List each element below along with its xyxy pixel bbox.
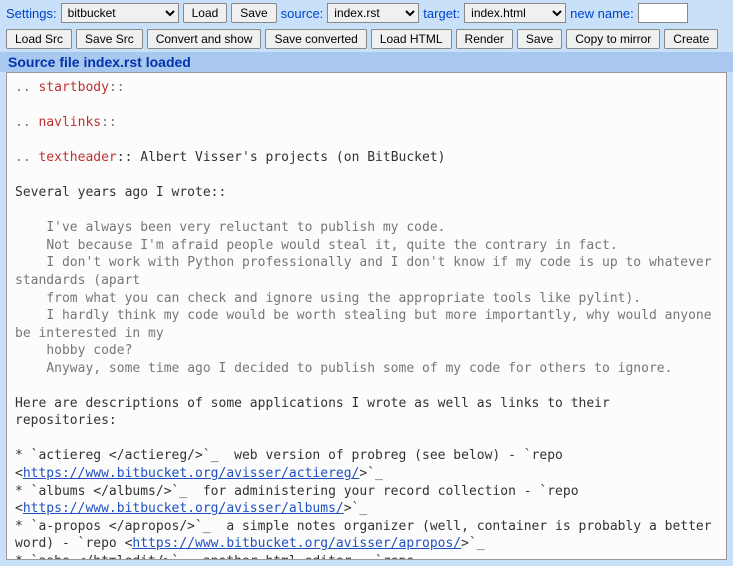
target-select[interactable]: index.html — [464, 3, 566, 23]
save-button-2[interactable]: Save — [517, 29, 562, 49]
new-name-label: new name: — [570, 6, 634, 21]
toolbar-primary: Settings: bitbucket Load Save source: in… — [0, 0, 733, 26]
target-label: target: — [423, 6, 460, 21]
source-select[interactable]: index.rst — [327, 3, 419, 23]
render-button[interactable]: Render — [456, 29, 513, 49]
load-html-button[interactable]: Load HTML — [371, 29, 452, 49]
convert-show-button[interactable]: Convert and show — [147, 29, 262, 49]
save-converted-button[interactable]: Save converted — [265, 29, 366, 49]
save-src-button[interactable]: Save Src — [76, 29, 143, 49]
toolbar-secondary: Load Src Save Src Convert and show Save … — [0, 26, 733, 52]
editor-wrap: .. startbody:: .. navlinks:: .. texthead… — [0, 72, 733, 566]
source-label: source: — [281, 6, 324, 21]
load-button[interactable]: Load — [183, 3, 228, 23]
settings-select[interactable]: bitbucket — [61, 3, 179, 23]
new-name-input[interactable] — [638, 3, 688, 23]
copy-mirror-button[interactable]: Copy to mirror — [566, 29, 660, 49]
settings-label: Settings: — [6, 6, 57, 21]
save-button[interactable]: Save — [231, 3, 276, 23]
source-editor[interactable]: .. startbody:: .. navlinks:: .. texthead… — [6, 72, 727, 560]
create-button[interactable]: Create — [664, 29, 718, 49]
status-bar: Source file index.rst loaded — [0, 52, 733, 72]
load-src-button[interactable]: Load Src — [6, 29, 72, 49]
